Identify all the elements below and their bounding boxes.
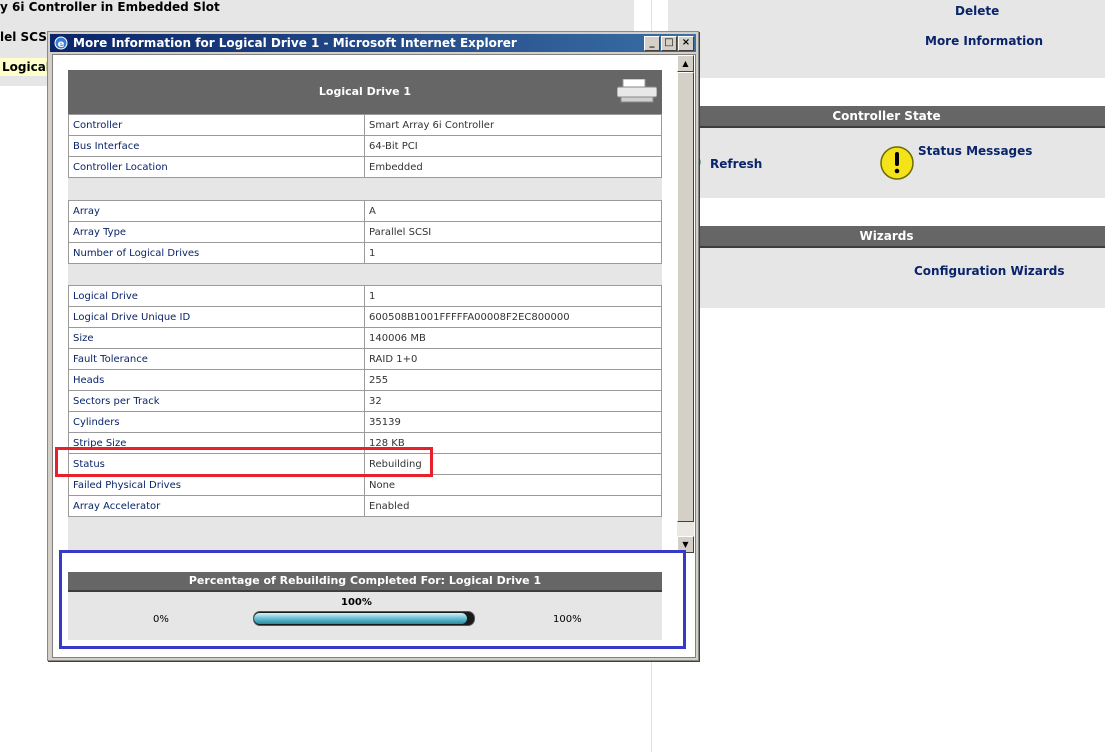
table-row: Logical Drive Unique ID 600508B1001FFFFFA…: [68, 306, 662, 328]
row-label: Logical Drive: [68, 285, 365, 307]
array-table: Array A Array Type Parallel SCSI Number of…: [68, 200, 662, 264]
row-label: Heads: [68, 369, 365, 391]
delete-link[interactable]: Delete: [955, 4, 999, 18]
table-row: Controller Location Embedded: [68, 156, 662, 178]
warning-icon: [880, 146, 914, 180]
row-label: Cylinders: [68, 411, 365, 433]
table-row: Heads 255: [68, 369, 662, 391]
row-value: A: [364, 200, 662, 222]
row-label: Size: [68, 327, 365, 349]
close-icon[interactable]: ×: [678, 36, 694, 51]
table-row: Failed Physical Drives None: [68, 474, 662, 496]
status-highlight-box: [55, 447, 433, 477]
controller-table: Controller Smart Array 6i Controller Bus …: [68, 114, 662, 178]
row-label: Array Accelerator: [68, 495, 365, 517]
table-row: Number of Logical Drives 1: [68, 242, 662, 264]
table-row: Cylinders 35139: [68, 411, 662, 433]
table-row: Array Accelerator Enabled: [68, 495, 662, 517]
wizards-header: Wizards: [668, 226, 1105, 248]
row-label: Array: [68, 200, 365, 222]
status-messages-link[interactable]: Status Messages: [918, 144, 1032, 158]
row-label: Logical Drive Unique ID: [68, 306, 365, 328]
row-value: Parallel SCSI: [364, 221, 662, 243]
row-value: 64-Bit PCI: [364, 135, 662, 157]
row-value: 140006 MB: [364, 327, 662, 349]
maximize-icon[interactable]: □: [661, 36, 677, 51]
row-value: 600508B1001FFFFFA00008F2EC800000: [364, 306, 662, 328]
vertical-scrollbar[interactable]: ▲ ▼: [677, 55, 694, 553]
ie-icon: e: [54, 36, 68, 50]
table-row: Bus Interface 64-Bit PCI: [68, 135, 662, 157]
row-value: Smart Array 6i Controller: [364, 114, 662, 136]
row-value: 35139: [364, 411, 662, 433]
row-value: RAID 1+0: [364, 348, 662, 370]
row-label: Failed Physical Drives: [68, 474, 365, 496]
table-row: Fault Tolerance RAID 1+0: [68, 348, 662, 370]
controller-state-header: Controller State: [668, 106, 1105, 128]
info-header: Logical Drive 1: [68, 70, 662, 114]
table-row: Sectors per Track 32: [68, 390, 662, 412]
wizards-panel: [668, 248, 1105, 308]
printer-icon[interactable]: [617, 79, 657, 103]
row-label: Controller: [68, 114, 365, 136]
table-row: Size 140006 MB: [68, 327, 662, 349]
row-value: 255: [364, 369, 662, 391]
scrollbar-thumb[interactable]: [677, 72, 694, 522]
progress-highlight-box: [59, 550, 686, 649]
row-label: Number of Logical Drives: [68, 242, 365, 264]
scroll-up-icon[interactable]: ▲: [677, 55, 694, 72]
info-title: Logical Drive 1: [318, 85, 412, 98]
controller-title-text: y 6i Controller in Embedded Slot: [0, 0, 220, 14]
row-label: Sectors per Track: [68, 390, 365, 412]
table-row: Controller Smart Array 6i Controller: [68, 114, 662, 136]
row-value: Enabled: [364, 495, 662, 517]
table-row: Array Type Parallel SCSI: [68, 221, 662, 243]
table-row: Logical Drive 1: [68, 285, 662, 307]
logical-tab-text[interactable]: Logical: [0, 58, 50, 76]
more-information-link[interactable]: More Information: [925, 34, 1043, 48]
row-label: Bus Interface: [68, 135, 365, 157]
row-label: Array Type: [68, 221, 365, 243]
logical-drive-info: Logical Drive 1 Controller Smart Array 6i…: [68, 70, 662, 550]
row-value: Embedded: [364, 156, 662, 178]
svg-text:e: e: [58, 39, 65, 50]
minimize-icon[interactable]: _: [644, 36, 660, 51]
row-value: None: [364, 474, 662, 496]
row-label: Fault Tolerance: [68, 348, 365, 370]
table-row: Array A: [68, 200, 662, 222]
row-value: 32: [364, 390, 662, 412]
row-value: 1: [364, 242, 662, 264]
configuration-wizards-link[interactable]: Configuration Wizards: [914, 264, 1065, 278]
row-label: Controller Location: [68, 156, 365, 178]
window-titlebar[interactable]: e More Information for Logical Drive 1 -…: [50, 34, 696, 52]
refresh-link[interactable]: Refresh: [710, 157, 762, 171]
row-value: 1: [364, 285, 662, 307]
window-title: More Information for Logical Drive 1 - M…: [73, 36, 517, 50]
logical-drive-table: Logical Drive 1 Logical Drive Unique ID 60…: [68, 285, 662, 517]
